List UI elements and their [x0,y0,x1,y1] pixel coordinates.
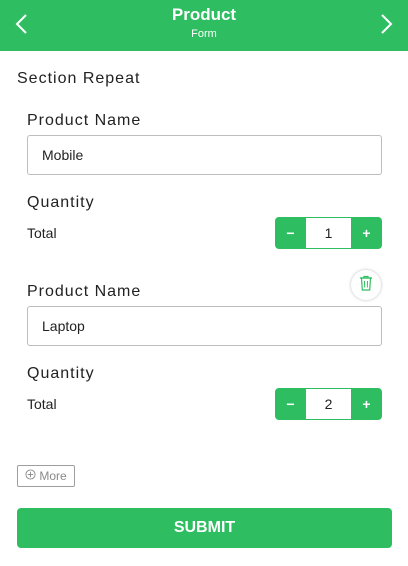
section-title: Section Repeat [17,70,141,87]
header-title: Product [171,5,237,24]
quantity-value[interactable]: 1 [306,218,351,248]
quantity-label: Quantity [27,365,95,382]
add-more-button[interactable]: More [17,465,75,487]
increment-button[interactable]: + [351,388,382,420]
add-more-label: More [39,469,67,483]
product-form-screen: Product Form Section Repeat Product Name… [0,0,408,566]
product-name-label: Product Name [27,112,142,129]
submit-button[interactable]: SUBMIT [17,508,392,548]
delete-item-button[interactable] [351,270,381,300]
decrement-button[interactable]: − [275,217,306,249]
decrement-button[interactable]: − [275,388,306,420]
trash-icon [359,275,373,296]
product-name-input[interactable] [27,135,382,175]
chevron-right-icon[interactable] [376,12,396,36]
quantity-value[interactable]: 2 [306,389,351,419]
increment-button[interactable]: + [351,217,382,249]
total-label: Total [27,225,57,241]
header-subtitle: Form [191,28,217,40]
product-name-input[interactable] [27,306,382,346]
quantity-stepper: − 1 + [275,217,382,249]
app-header: Product Form [0,0,408,51]
quantity-stepper: − 2 + [275,388,382,420]
total-label: Total [27,396,57,412]
quantity-label: Quantity [27,194,95,211]
product-name-label: Product Name [27,283,142,300]
plus-circle-icon [25,469,36,483]
